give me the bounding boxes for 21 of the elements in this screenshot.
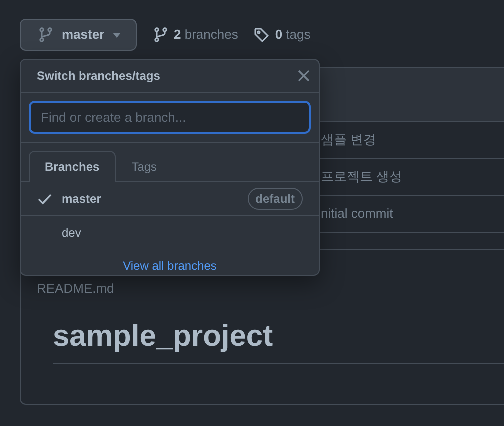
view-all-branches-link[interactable]: View all branches xyxy=(123,259,217,273)
branch-button[interactable]: master xyxy=(20,19,137,51)
menu-tab[interactable]: Branches xyxy=(29,151,116,182)
branch-search-field[interactable]: Find or create a branch... xyxy=(29,101,311,134)
branch-item[interactable]: master default xyxy=(21,182,319,216)
readme-filename: README.md xyxy=(37,281,114,296)
branch-icon xyxy=(38,27,54,43)
caret-icon xyxy=(112,32,121,38)
menu-tab[interactable]: Tags xyxy=(116,151,174,182)
tags-link[interactable]: 0 tags xyxy=(254,25,311,45)
commit-message[interactable]: 프로젝트 생성 xyxy=(321,167,403,187)
commit-message[interactable]: nitial commit xyxy=(321,204,394,224)
close-icon[interactable] xyxy=(298,70,310,82)
menu-title: Switch branches/tags xyxy=(37,68,160,85)
branch-icon xyxy=(153,27,169,43)
branch-item[interactable]: dev xyxy=(21,216,319,250)
readme-heading: sample_project xyxy=(53,320,274,352)
tag-icon xyxy=(254,27,270,43)
default-label: default xyxy=(248,188,303,210)
commit-message[interactable]: 샘플 변경 xyxy=(321,130,377,150)
branches-link[interactable]: 2 branches xyxy=(153,25,238,45)
